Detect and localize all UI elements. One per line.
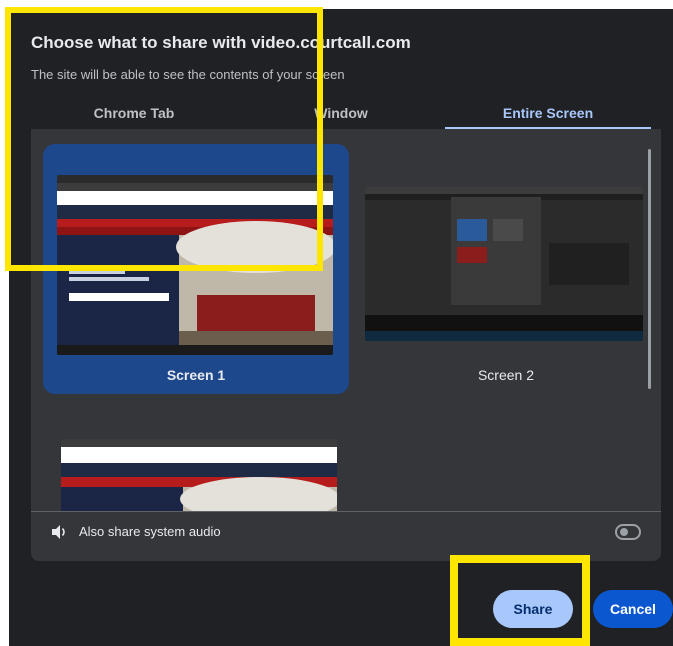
screen-2-thumbnail: [365, 187, 643, 341]
cancel-button[interactable]: Cancel: [593, 590, 673, 628]
toggle-knob: [620, 528, 628, 536]
screen-1-label: Screen 1: [166, 367, 226, 383]
share-highlight: [450, 555, 590, 646]
screen-2-label: Screen 2: [477, 367, 535, 383]
audio-toggle[interactable]: [615, 524, 641, 540]
screen-3-tile[interactable]: [31, 419, 341, 511]
audio-bar: Also share system audio: [31, 511, 661, 552]
screen-2-tile[interactable]: Screen 2: [351, 129, 661, 385]
speaker-icon: [49, 522, 69, 542]
screen-3-thumbnail: [61, 439, 337, 511]
screen-1-highlight: [5, 7, 323, 271]
audio-label: Also share system audio: [79, 524, 221, 539]
scrollbar[interactable]: [648, 149, 651, 389]
tab-entire-screen[interactable]: Entire Screen: [445, 99, 651, 129]
